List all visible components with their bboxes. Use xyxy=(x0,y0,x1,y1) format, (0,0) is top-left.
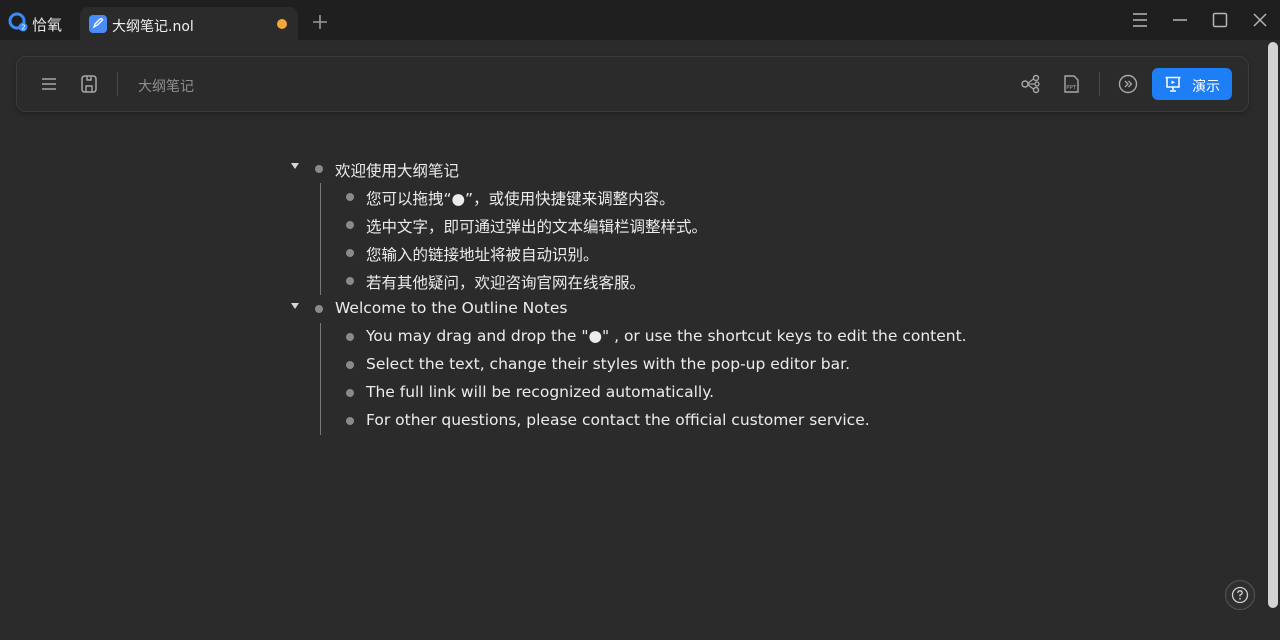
drag-bullet[interactable] xyxy=(346,221,354,229)
drag-bullet[interactable] xyxy=(315,165,323,173)
toolbar-divider xyxy=(117,72,118,96)
app-name: 恰氧 xyxy=(32,16,63,34)
present-label: 演示 xyxy=(1192,79,1220,95)
present-button[interactable]: 演示 xyxy=(1152,68,1232,100)
outline-node-text[interactable]: Welcome to the Outline Notes xyxy=(335,299,567,317)
outline-child-text[interactable]: 选中文字，即可通过弹出的文本编辑栏调整样式。 xyxy=(366,215,707,237)
outline-child-row[interactable]: 选中文字，即可通过弹出的文本编辑栏调整样式。 xyxy=(321,211,1085,239)
expand-more-icon[interactable] xyxy=(1117,73,1139,95)
outline-editor[interactable]: 欢迎使用大纲笔记 您可以拖拽“●”，或使用快捷键来调整内容。 选中文字，即可通过… xyxy=(285,155,1085,435)
outline-child-text[interactable]: Select the text, change their styles wit… xyxy=(366,355,850,373)
menu-icon[interactable] xyxy=(1130,10,1150,30)
outline-child-row[interactable]: 您输入的链接地址将被自动识别。 xyxy=(321,239,1085,267)
app-logo-icon: 2 xyxy=(8,12,28,32)
outline-child-row[interactable]: You may drag and drop the "●" , or use t… xyxy=(321,323,1085,351)
outline-child-text[interactable]: The full link will be recognized automat… xyxy=(366,383,714,401)
outline-child-row[interactable]: The full link will be recognized automat… xyxy=(321,379,1085,407)
scrollbar-thumb[interactable] xyxy=(1268,42,1278,608)
minimize-icon[interactable] xyxy=(1170,10,1190,30)
toolbar-divider xyxy=(1099,72,1100,96)
tab-title: 大纲笔记.nol xyxy=(112,19,194,35)
svg-text:PPT: PPT xyxy=(1066,85,1077,91)
export-ppt-icon[interactable]: PPT xyxy=(1060,73,1082,95)
drag-bullet[interactable] xyxy=(346,361,354,369)
outline-child-text[interactable]: 若有其他疑问，欢迎咨询官网在线客服。 xyxy=(366,271,645,293)
drag-bullet[interactable] xyxy=(346,333,354,341)
drag-bullet[interactable] xyxy=(346,417,354,425)
title-bar: 2 恰氧 大纲笔记.nol xyxy=(0,0,1280,40)
vertical-scrollbar[interactable] xyxy=(1266,40,1280,640)
outline-child-row[interactable]: Select the text, change their styles wit… xyxy=(321,351,1085,379)
help-icon xyxy=(1231,586,1249,604)
outline-child-text[interactable]: For other questions, please contact the … xyxy=(366,411,870,429)
plus-icon xyxy=(313,15,327,29)
outline-file-icon xyxy=(89,15,107,33)
mindmap-icon[interactable] xyxy=(1020,73,1042,95)
drag-bullet[interactable] xyxy=(346,389,354,397)
save-icon[interactable] xyxy=(78,73,100,95)
outline-node-row[interactable]: 欢迎使用大纲笔记 xyxy=(285,155,1085,183)
outline-child-row[interactable]: 您可以拖拽“●”，或使用快捷键来调整内容。 xyxy=(321,183,1085,211)
outline-node: Welcome to the Outline Notes You may dra… xyxy=(285,295,1085,435)
close-icon[interactable] xyxy=(1250,10,1270,30)
outline-menu-icon[interactable] xyxy=(38,73,60,95)
outline-child-row[interactable]: For other questions, please contact the … xyxy=(321,407,1085,435)
maximize-icon[interactable] xyxy=(1210,10,1230,30)
collapse-toggle-icon[interactable] xyxy=(291,163,299,169)
drag-bullet[interactable] xyxy=(346,249,354,257)
outline-child-text[interactable]: You may drag and drop the "●" , or use t… xyxy=(366,327,967,345)
outline-node: 欢迎使用大纲笔记 您可以拖拽“●”，或使用快捷键来调整内容。 选中文字，即可通过… xyxy=(285,155,1085,295)
new-tab-button[interactable] xyxy=(309,13,331,35)
drag-bullet[interactable] xyxy=(346,193,354,201)
document-title[interactable]: 大纲笔记 xyxy=(138,76,194,96)
outline-node-text[interactable]: 欢迎使用大纲笔记 xyxy=(335,159,459,181)
outline-child-text[interactable]: 您输入的链接地址将被自动识别。 xyxy=(366,243,599,265)
presentation-icon xyxy=(1165,76,1181,92)
unsaved-indicator xyxy=(277,19,287,29)
drag-bullet[interactable] xyxy=(315,305,323,313)
outline-child-text[interactable]: 您可以拖拽“●”，或使用快捷键来调整内容。 xyxy=(366,187,675,209)
outline-node-row[interactable]: Welcome to the Outline Notes xyxy=(285,295,1085,323)
drag-bullet[interactable] xyxy=(346,277,354,285)
editor-toolbar: 大纲笔记 PPT 演示 xyxy=(16,56,1249,112)
outline-children: You may drag and drop the "●" , or use t… xyxy=(320,323,1085,435)
svg-text:2: 2 xyxy=(21,24,25,32)
outline-children: 您可以拖拽“●”，或使用快捷键来调整内容。 选中文字，即可通过弹出的文本编辑栏调… xyxy=(320,183,1085,295)
help-button[interactable] xyxy=(1225,580,1255,610)
tab-document[interactable]: 大纲笔记.nol xyxy=(80,7,298,40)
outline-child-row[interactable]: 若有其他疑问，欢迎咨询官网在线客服。 xyxy=(321,267,1085,295)
collapse-toggle-icon[interactable] xyxy=(291,303,299,309)
